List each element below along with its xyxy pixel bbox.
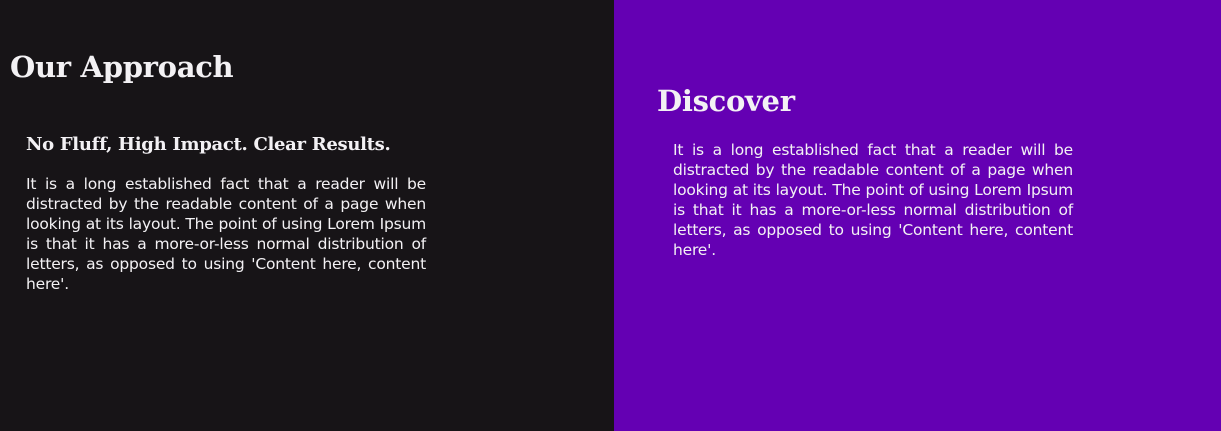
discover-section: Discover It is a long established fact t… <box>614 0 1221 431</box>
approach-section: Our Approach No Fluff, High Impact. Clea… <box>0 0 614 431</box>
approach-title: Our Approach <box>10 50 234 84</box>
approach-body-text: It is a long established fact that a rea… <box>26 175 426 293</box>
discover-body-text: It is a long established fact that a rea… <box>673 141 1073 259</box>
discover-title: Discover <box>657 84 795 118</box>
approach-subtitle: No Fluff, High Impact. Clear Results. <box>26 134 391 155</box>
